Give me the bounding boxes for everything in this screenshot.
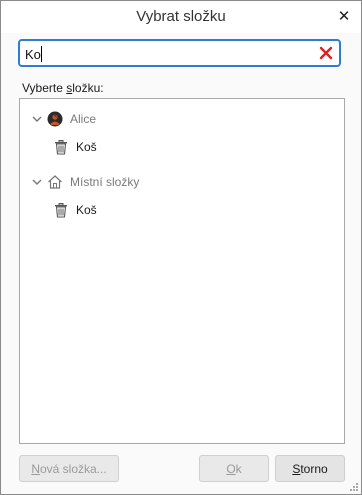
close-button[interactable]: ✕ <box>333 5 355 27</box>
tree-item-label: Alice <box>70 112 97 126</box>
tree-item-account-local-folders[interactable]: Místní složky <box>20 170 344 194</box>
chevron-down-icon[interactable] <box>31 176 43 188</box>
tree-item-label: Místní složky <box>70 175 140 189</box>
chevron-down-icon[interactable] <box>31 113 43 125</box>
dialog-title: Vybrat složku <box>136 8 226 25</box>
select-folder-dialog: Vybrat složku ✕ Vyberte složku: Alice <box>0 0 362 495</box>
tree-item-label: Koš <box>76 203 97 217</box>
search-input[interactable] <box>25 45 305 63</box>
home-icon <box>48 175 62 189</box>
tree-item-account-alice[interactable]: Alice <box>20 107 344 131</box>
folder-tree[interactable]: Alice Koš Místní složky Koš <box>19 98 345 444</box>
clear-search-icon[interactable] <box>317 44 335 62</box>
ok-button[interactable]: Ok <box>199 455 269 482</box>
avatar-icon <box>47 111 63 127</box>
folder-list-label: Vyberte složku: <box>22 81 104 95</box>
search-field[interactable] <box>18 39 341 67</box>
new-folder-button[interactable]: Nová složka... <box>19 455 119 482</box>
tree-item-label: Koš <box>76 140 97 154</box>
trash-icon <box>55 203 67 218</box>
close-icon: ✕ <box>337 8 351 25</box>
cancel-button[interactable]: Storno <box>275 455 345 482</box>
title-bar: Vybrat složku ✕ <box>1 1 361 33</box>
tree-item-folder-trash[interactable]: Koš <box>20 135 344 159</box>
text-caret <box>41 46 42 62</box>
tree-item-folder-trash[interactable]: Koš <box>20 198 344 222</box>
resize-grip-icon[interactable] <box>349 482 359 492</box>
trash-icon <box>55 140 67 155</box>
